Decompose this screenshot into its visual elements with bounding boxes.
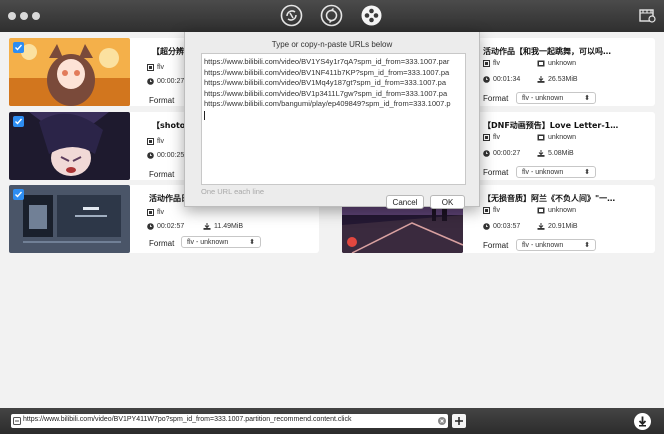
file-icon — [483, 134, 490, 141]
download-link-icon[interactable] — [280, 4, 303, 27]
clock-icon — [147, 223, 154, 230]
clock-icon — [147, 78, 154, 85]
video-title: 活动作品【和我一起跳舞，可以吗… — [483, 47, 611, 56]
url-value: https://www.bilibili.com/video/BV1PY411W… — [23, 416, 352, 423]
url-line: https://www.bilibili.com/video/BV1YS4y1r… — [204, 57, 450, 66]
select-checkbox[interactable] — [13, 189, 24, 200]
clock-icon — [483, 76, 490, 83]
zoom-window-button[interactable] — [32, 12, 40, 20]
convert-icon[interactable] — [320, 4, 343, 27]
format-label: Format — [483, 168, 509, 177]
video-title: 【DNF动画预告】Love Letter-1… — [483, 121, 619, 130]
format-meta: flv — [147, 64, 164, 71]
link-icon — [13, 417, 21, 425]
format-label: Format — [483, 94, 509, 103]
format-label: Format — [149, 239, 175, 248]
video-title: 【无损音质】阿兰《不负人间》"一… — [483, 194, 616, 203]
video-thumbnail — [9, 112, 130, 180]
format-label: Format — [483, 241, 509, 250]
bottom-bar: https://www.bilibili.com/video/BV1PY411W… — [0, 408, 664, 434]
plus-icon — [455, 417, 463, 425]
video-format-icon — [537, 60, 545, 67]
format2-meta: unknown — [537, 207, 576, 214]
url-line: https://www.bilibili.com/video/BV1NF411b… — [204, 67, 450, 77]
download-size-icon — [203, 223, 211, 230]
format2-meta: unknown — [537, 134, 576, 141]
chevron-updown-icon: ⬍ — [584, 242, 590, 249]
duration-meta: 00:00:25 — [147, 152, 184, 159]
file-icon — [147, 138, 154, 145]
download-arrow-icon — [638, 416, 647, 427]
size-meta: 26.53MiB — [537, 76, 578, 83]
clock-icon — [483, 223, 490, 230]
format-select[interactable]: flv - unknown ⬍ — [516, 92, 596, 104]
title-bar — [0, 0, 664, 32]
ok-button[interactable]: OK — [430, 195, 465, 209]
url-line: https://www.bilibili.com/bangumi/play/ep… — [204, 99, 451, 109]
duration-meta: 00:00:27 — [147, 78, 184, 85]
cancel-button[interactable]: Cancel — [386, 195, 424, 209]
select-checkbox[interactable] — [13, 116, 24, 127]
url-input[interactable]: https://www.bilibili.com/video/BV1PY411W… — [11, 414, 448, 428]
size-meta: 20.91MiB — [537, 223, 578, 230]
duration-meta: 00:00:27 — [483, 150, 520, 157]
video-title: 活动作品日 — [149, 194, 189, 203]
file-icon — [147, 64, 154, 71]
file-icon — [483, 207, 490, 214]
video-thumbnail — [9, 38, 130, 106]
file-icon — [147, 209, 154, 216]
add-url-button[interactable] — [452, 414, 466, 428]
format-meta: flv — [483, 207, 500, 214]
clock-icon — [147, 152, 154, 159]
video-format-icon — [537, 207, 545, 214]
chevron-updown-icon: ⬍ — [584, 169, 590, 176]
format-label: Format — [149, 170, 175, 179]
download-size-icon — [537, 150, 545, 157]
url-line: https://www.bilibili.com/video/BV1Mq4y18… — [204, 78, 447, 88]
minimize-window-button[interactable] — [20, 12, 28, 20]
format-meta: flv — [147, 209, 164, 216]
dialog-hint: One URL each line — [201, 187, 265, 196]
video-thumbnail — [9, 185, 130, 253]
size-meta: 5.08MiB — [537, 150, 574, 157]
download-size-icon — [537, 223, 545, 230]
format-select[interactable]: flv - unknown ⬍ — [516, 166, 596, 178]
format-meta: flv — [483, 60, 500, 67]
select-checkbox[interactable] — [13, 42, 24, 53]
text-caret — [204, 110, 205, 120]
format-meta: flv — [147, 138, 164, 145]
dialog-title: Type or copy-n-paste URLs below — [271, 40, 393, 49]
format2-meta: unknown — [537, 60, 576, 67]
chevron-updown-icon: ⬍ — [584, 95, 590, 102]
format-meta: flv — [483, 134, 500, 141]
duration-meta: 00:01:34 — [483, 76, 520, 83]
duration-meta: 00:02:57 — [147, 223, 184, 230]
file-icon — [483, 60, 490, 67]
url-textarea[interactable]: https://www.bilibili.com/video/BV1YS4y1r… — [201, 53, 466, 185]
url-entry-dialog: Type or copy-n-paste URLs below https://… — [184, 32, 480, 209]
format-select[interactable]: flv - unknown ⬍ — [181, 236, 261, 248]
url-line: https://www.bilibili.com/video/BV1p3411L… — [204, 88, 448, 98]
format-label: Format — [149, 96, 175, 105]
video-settings-icon[interactable] — [639, 7, 656, 24]
download-size-icon — [537, 76, 545, 83]
clear-input-icon[interactable] — [438, 417, 446, 425]
size-meta: 11.49MiB — [203, 223, 243, 230]
format-select[interactable]: flv - unknown ⬍ — [516, 239, 596, 251]
video-format-icon — [537, 134, 545, 141]
film-reel-icon[interactable] — [360, 4, 383, 27]
clock-icon — [483, 150, 490, 157]
chevron-updown-icon: ⬍ — [249, 239, 255, 246]
duration-meta: 00:03:57 — [483, 223, 520, 230]
download-button[interactable] — [634, 413, 651, 430]
close-window-button[interactable] — [8, 12, 16, 20]
